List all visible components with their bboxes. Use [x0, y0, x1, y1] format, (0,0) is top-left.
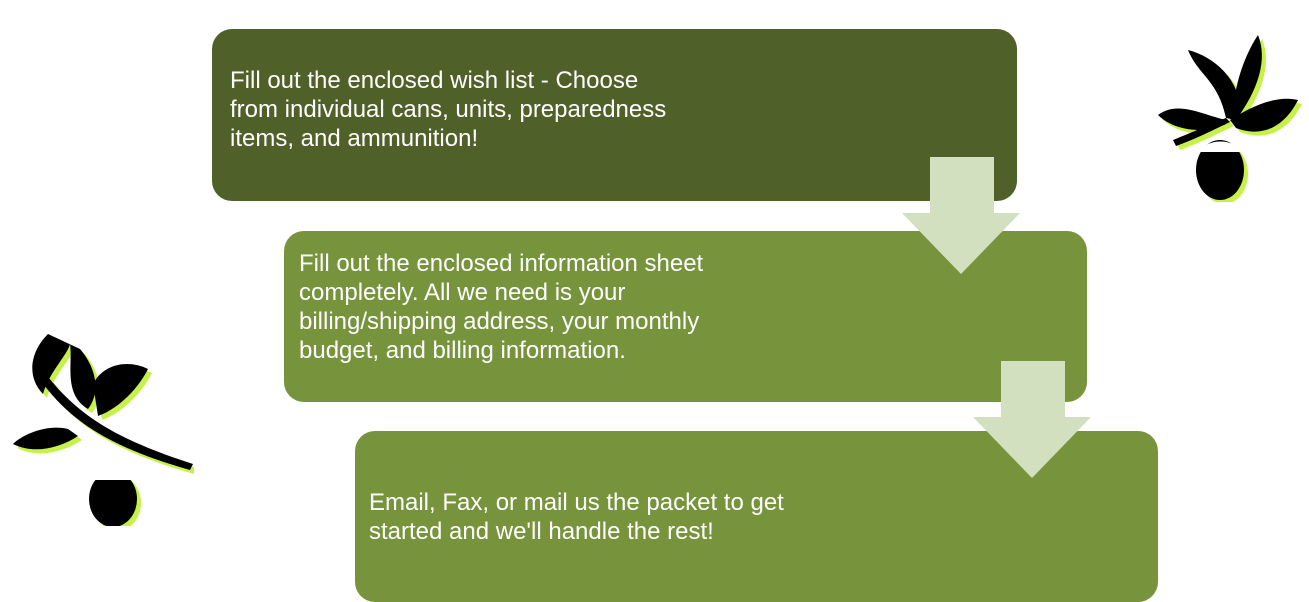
arrow-2-icon	[973, 361, 1091, 478]
step-1-text: Fill out the enclosed wish list - Choose…	[230, 67, 667, 152]
oak-leaf-acorn-icon	[1158, 35, 1302, 202]
arrow-1-icon	[902, 157, 1020, 274]
step-1-box: Fill out the enclosed wish list - Choose…	[212, 29, 1017, 201]
oak-leaf-acorn-icon	[13, 334, 194, 526]
step-3-text: Email, Fax, or mail us the packet to get…	[369, 489, 784, 545]
step-2-text: Fill out the enclosed information sheet …	[299, 250, 704, 364]
